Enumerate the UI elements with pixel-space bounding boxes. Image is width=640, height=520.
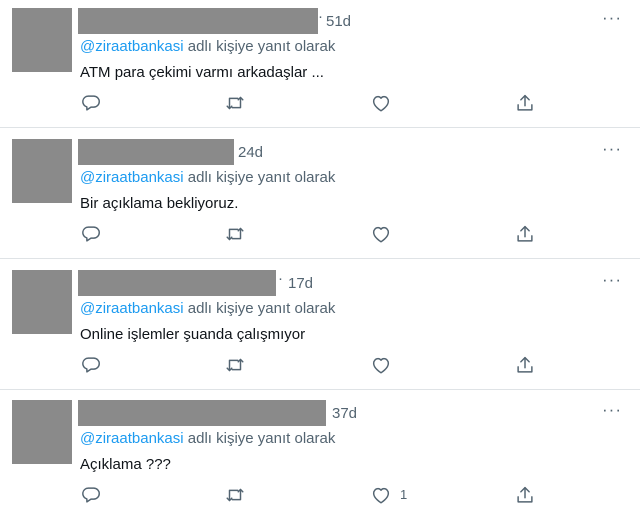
avatar-redacted[interactable] [12,8,72,72]
reply-context-label: adlı kişiye yanıt olarak [187,300,336,317]
tweet-actions [0,92,640,116]
retweet-icon[interactable] [224,354,246,376]
share-icon[interactable] [514,484,536,506]
username-redacted[interactable] [78,270,276,296]
reply-icon[interactable] [80,484,102,506]
username-redacted[interactable] [78,8,318,34]
tweet[interactable]: · 51d ··· @ziraatbankasi adlı kişiye yan… [0,0,640,128]
tweet-time[interactable]: 24d [238,144,263,161]
tweet-time[interactable]: 17d [288,275,313,292]
share-icon[interactable] [514,223,536,245]
separator-dot: · [278,270,283,287]
reply-context: @ziraatbankasi adlı kişiye yanıt olarak [80,300,335,317]
reply-handle-link[interactable]: @ziraatbankasi [80,430,184,447]
reply-handle-link[interactable]: @ziraatbankasi [80,38,184,55]
tweet[interactable]: 24d ··· @ziraatbankasi adlı kişiye yanıt… [0,131,640,259]
tweet-text: Online işlemler şuanda çalışmıyor [80,326,306,343]
reply-icon[interactable] [80,223,102,245]
retweet-icon[interactable] [224,223,246,245]
reply-context: @ziraatbankasi adlı kişiye yanıt olarak [80,38,335,55]
more-options-button[interactable]: ··· [602,8,622,28]
share-icon[interactable] [514,354,536,376]
like-icon[interactable] [370,484,392,506]
tweet-text: Açıklama ??? [80,456,171,473]
tweet-time[interactable]: 37d [332,405,357,422]
separator-dot: · [318,8,323,25]
like-icon[interactable] [370,92,392,114]
reply-handle-link[interactable]: @ziraatbankasi [80,169,184,186]
more-options-button[interactable]: ··· [602,139,622,159]
like-icon[interactable] [370,354,392,376]
tweet-text: Bir açıklama bekliyoruz. [80,195,239,212]
username-redacted[interactable] [78,139,234,165]
reply-context-label: adlı kişiye yanıt olarak [187,169,336,186]
username-redacted[interactable] [78,400,326,426]
more-options-button[interactable]: ··· [602,270,622,290]
reply-context-label: adlı kişiye yanıt olarak [187,430,336,447]
avatar-redacted[interactable] [12,400,72,464]
tweet[interactable]: · 17d ··· @ziraatbankasi adlı kişiye yan… [0,262,640,390]
tweet-actions: 1 [0,484,640,508]
reply-context-label: adlı kişiye yanıt olarak [187,38,336,55]
share-icon[interactable] [514,92,536,114]
more-options-button[interactable]: ··· [602,400,622,420]
reply-context: @ziraatbankasi adlı kişiye yanıt olarak [80,169,335,186]
reply-icon[interactable] [80,92,102,114]
tweet-actions [0,354,640,378]
tweet-time[interactable]: 51d [326,13,351,30]
tweet-actions [0,223,640,247]
retweet-icon[interactable] [224,92,246,114]
like-count: 1 [400,487,408,502]
reply-context: @ziraatbankasi adlı kişiye yanıt olarak [80,430,335,447]
tweet-text: ATM para çekimi varmı arkadaşlar ... [80,64,324,81]
avatar-redacted[interactable] [12,270,72,334]
reply-icon[interactable] [80,354,102,376]
tweet[interactable]: 37d ··· @ziraatbankasi adlı kişiye yanıt… [0,392,640,520]
reply-handle-link[interactable]: @ziraatbankasi [80,300,184,317]
avatar-redacted[interactable] [12,139,72,203]
like-icon[interactable] [370,223,392,245]
retweet-icon[interactable] [224,484,246,506]
